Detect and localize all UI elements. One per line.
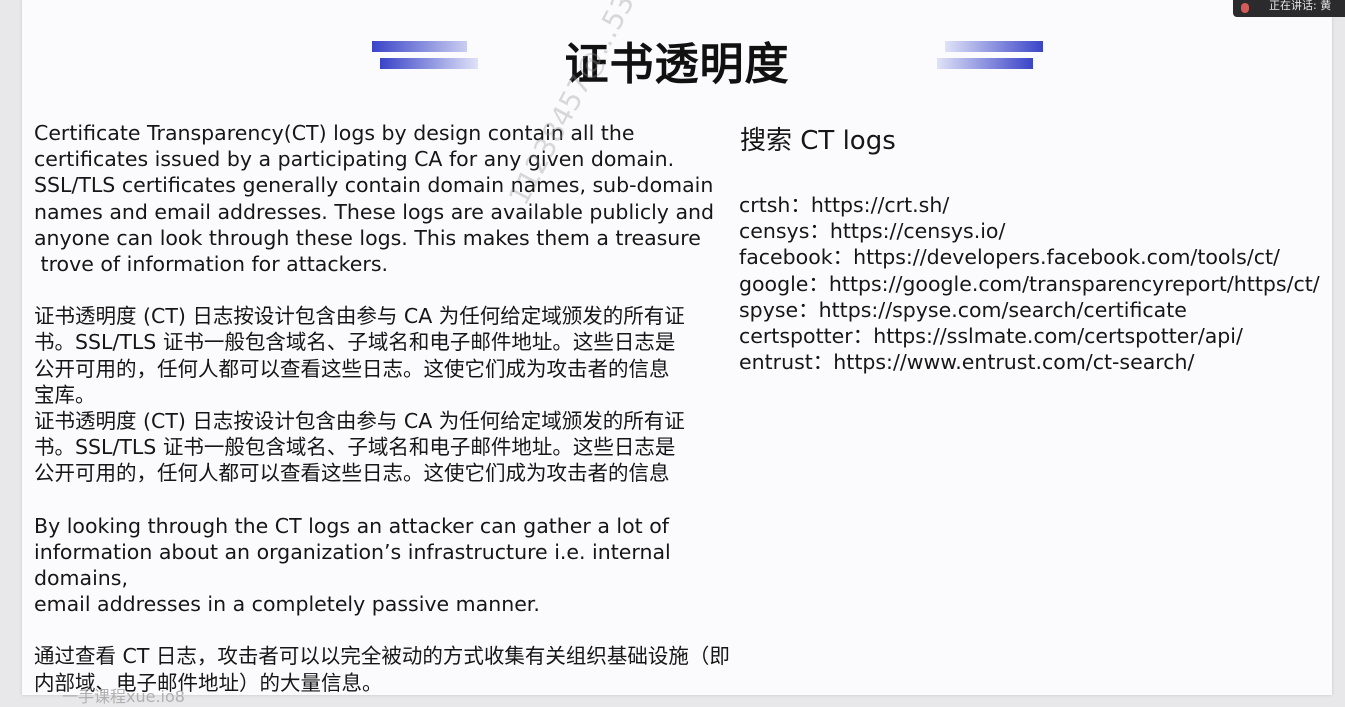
link-row-entrust: entrust：https://www.entrust.com/ct-searc… — [739, 350, 1195, 375]
footer-text: 一手课程xue.io8 — [62, 687, 185, 706]
ct-logs-heading: 搜索 CT logs — [740, 126, 896, 156]
link-row-spyse: spyse：https://spyse.com/search/certifica… — [739, 297, 1187, 322]
link-row-certspotter: certspotter：https://sslmate.com/certspot… — [739, 324, 1243, 349]
link-row-google: google：https://google.com/transparencyre… — [739, 271, 1320, 296]
title-decoration-right — [937, 41, 1047, 71]
link-url[interactable]: https://developers.facebook.com/tools/ct… — [853, 245, 1280, 269]
link-row-facebook: facebook：https://developers.facebook.com… — [739, 245, 1280, 270]
link-name: certspotter — [739, 324, 853, 349]
microphone-icon — [1241, 3, 1249, 13]
link-row-censys: censys：https://censys.io/ — [739, 219, 1006, 244]
link-name: censys — [739, 219, 810, 244]
link-name: entrust — [739, 350, 813, 375]
link-name: google — [739, 271, 809, 296]
ct-log-links: crtsh：https://crt.sh/ censys：https://cen… — [739, 192, 1329, 375]
body-text: Certificate Transparency(CT) logs by des… — [34, 120, 754, 696]
slide-title: 证书透明度 — [564, 39, 790, 90]
speaking-indicator: 正在讲话: 黄 — [1233, 0, 1345, 17]
speaking-label: 正在讲话: 黄 — [1269, 0, 1332, 12]
link-url[interactable]: https://censys.io/ — [830, 219, 1006, 243]
link-url[interactable]: https://crt.sh/ — [811, 193, 949, 217]
link-url[interactable]: https://google.com/transparencyreport/ht… — [829, 272, 1320, 296]
link-name: facebook — [739, 245, 833, 270]
link-row-crtsh: crtsh：https://crt.sh/ — [739, 193, 950, 217]
link-name: spyse — [739, 297, 799, 322]
paragraph-english-intro: Certificate Transparency(CT) logs by des… — [34, 121, 715, 277]
slide: 证书透明度 Certificate Transparency(CT) logs … — [22, 0, 1332, 706]
link-url[interactable]: https://sslmate.com/certspotter/api/ — [873, 324, 1243, 348]
link-url[interactable]: https://spyse.com/search/certificate — [819, 298, 1187, 322]
paragraph-english-attack: By looking through the CT logs an attack… — [34, 513, 671, 617]
link-name: crtsh — [739, 193, 791, 217]
link-url[interactable]: https://www.entrust.com/ct-search/ — [833, 350, 1194, 374]
paragraph-chinese-intro: 证书透明度 (CT) 日志按设计包含由参与 CA 为任何给定域颁发的所有证 书。… — [34, 304, 685, 486]
